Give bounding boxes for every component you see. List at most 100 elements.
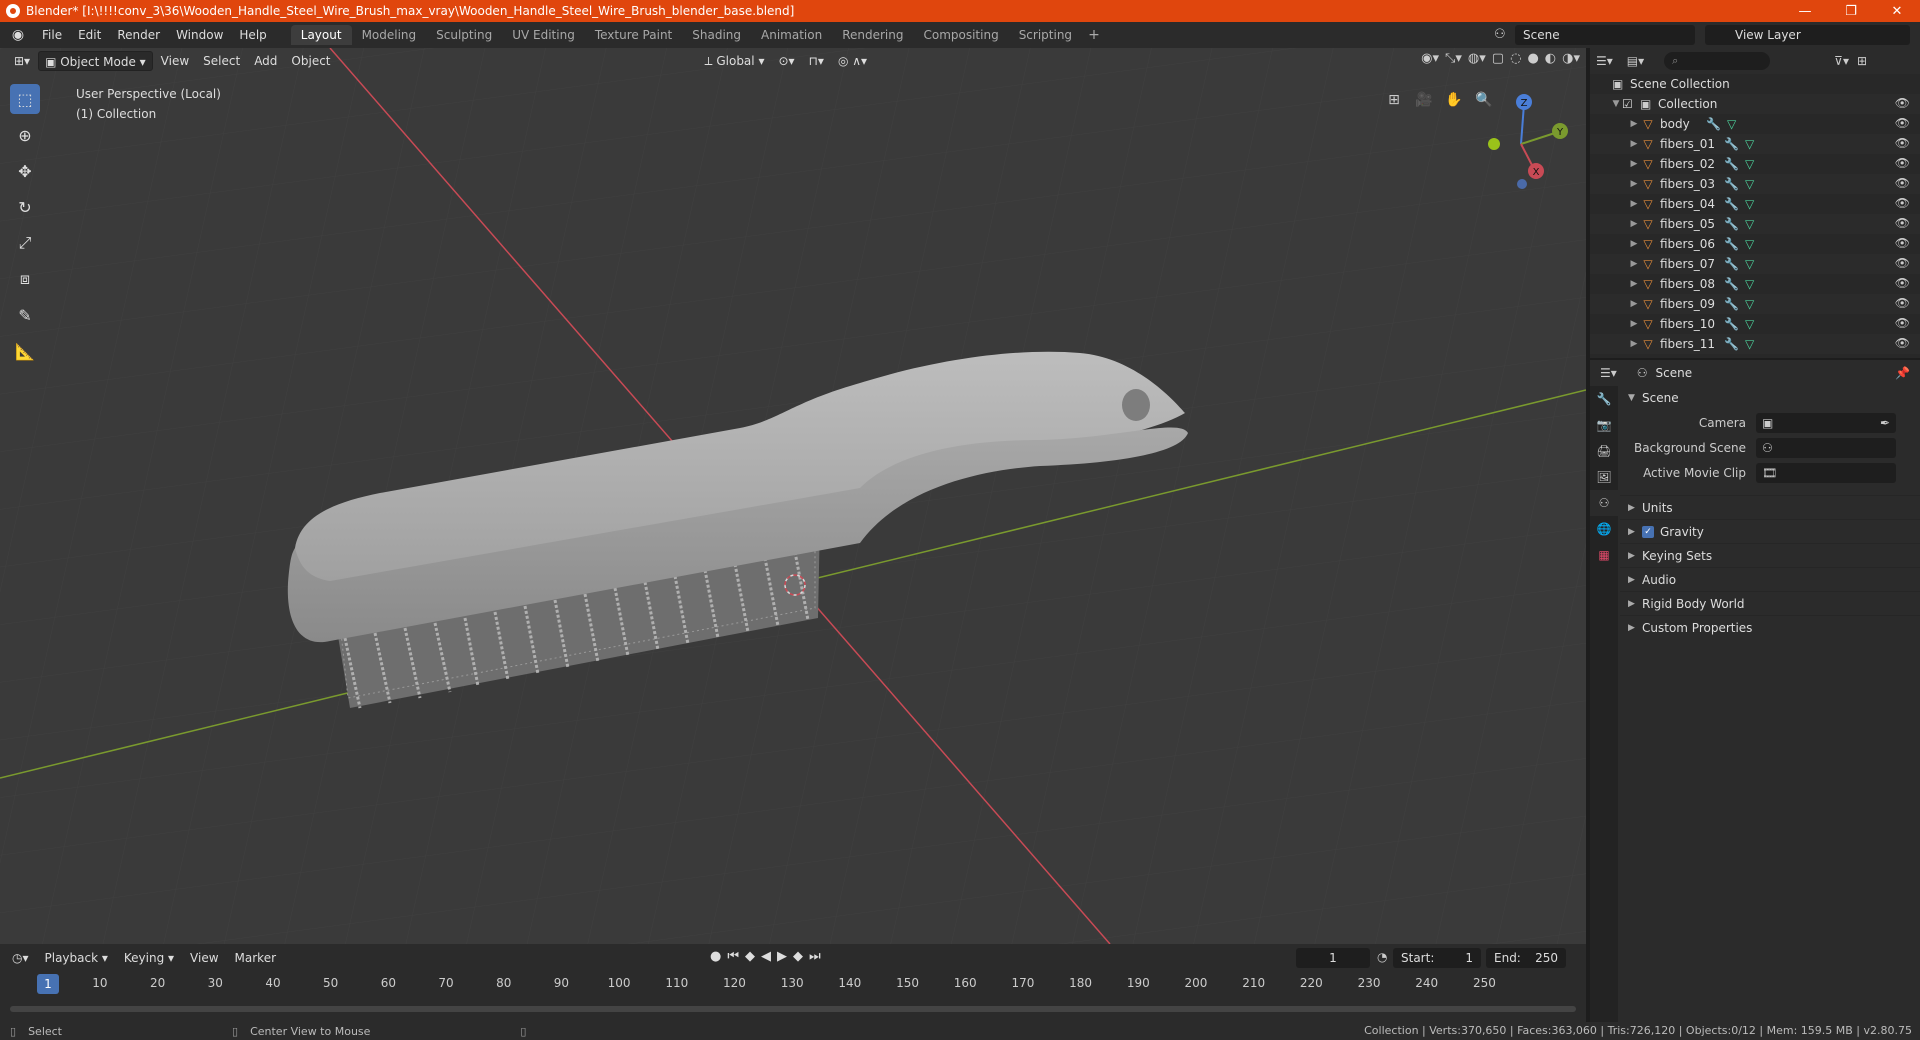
visibility-icon[interactable]: ◉▾ (1421, 51, 1439, 66)
tab-sculpting[interactable]: Sculpting (426, 25, 502, 45)
proportional-edit-icon[interactable]: ◎ ∧▾ (832, 51, 873, 71)
timeline-menu-playback[interactable]: Playback ▾ (37, 951, 116, 965)
record-icon[interactable]: ● (710, 949, 721, 964)
object-visibility-icon[interactable]: 👁 (1895, 196, 1910, 210)
transform-tool-icon[interactable]: ⧈ (10, 264, 40, 294)
keying-sets-panel-header[interactable]: ▶ Keying Sets (1620, 543, 1920, 567)
modifier-icon[interactable]: 🔧 (1724, 257, 1739, 271)
filter-icon[interactable]: ⊽▾ (1834, 54, 1849, 68)
mesh-data-icon[interactable]: ▽ (1745, 337, 1754, 351)
active-movie-clip-field[interactable]: 🎞 (1756, 462, 1896, 483)
outliner-editor-type-icon[interactable]: ☰▾ (1596, 54, 1613, 68)
view-layer-selector[interactable]: View Layer (1705, 25, 1910, 45)
outliner-object-row[interactable]: ▶ ▽ fibers_11 🔧 ▽ 👁 (1590, 334, 1920, 354)
move-tool-icon[interactable]: ✥ (10, 156, 40, 186)
tab-uv-editing[interactable]: UV Editing (502, 25, 585, 45)
collection-checkbox[interactable]: ☑ (1622, 97, 1640, 111)
maximize-button[interactable]: ❐ (1828, 0, 1874, 22)
pin-icon[interactable]: 📌 (1895, 366, 1910, 380)
jump-keyframe-back-icon[interactable]: ◆ (745, 949, 755, 964)
select-box-tool-icon[interactable]: ⬚ (10, 84, 40, 114)
expand-object-icon[interactable]: ▶ (1628, 339, 1640, 349)
expand-object-icon[interactable]: ▶ (1628, 199, 1640, 209)
timeline-menu-keying[interactable]: Keying ▾ (116, 951, 182, 965)
tab-scripting[interactable]: Scripting (1009, 25, 1082, 45)
timeline-menu-view[interactable]: View (182, 951, 226, 965)
object-visibility-icon[interactable]: 👁 (1895, 116, 1910, 130)
expand-object-icon[interactable]: ▶ (1628, 179, 1640, 189)
modifier-icon[interactable]: 🔧 (1724, 317, 1739, 331)
menu-window[interactable]: Window (168, 24, 231, 46)
object-visibility-icon[interactable]: 👁 (1895, 336, 1910, 350)
expand-object-icon[interactable]: ▶ (1628, 219, 1640, 229)
gravity-panel-header[interactable]: ▶ ✓ Gravity (1620, 519, 1920, 543)
modifier-icon[interactable]: 🔧 (1724, 177, 1739, 191)
object-visibility-icon[interactable]: 👁 (1895, 156, 1910, 170)
output-properties-tab-icon[interactable]: 🖨 (1590, 438, 1618, 464)
mesh-data-icon[interactable]: ▽ (1745, 317, 1754, 331)
jump-start-icon[interactable]: ⏮ (727, 949, 739, 964)
outliner-display-mode-icon[interactable]: ▤▾ (1627, 54, 1644, 68)
mesh-data-icon[interactable]: ▽ (1745, 137, 1754, 151)
expand-object-icon[interactable]: ▶ (1628, 239, 1640, 249)
scene-icon[interactable]: ⚇ (1494, 27, 1510, 43)
shading-wireframe-icon[interactable]: ◌ (1510, 51, 1521, 66)
viewport-menu-object[interactable]: Object (285, 51, 336, 71)
object-visibility-icon[interactable]: 👁 (1895, 256, 1910, 270)
tab-shading[interactable]: Shading (682, 25, 751, 45)
object-visibility-icon[interactable]: 👁 (1895, 276, 1910, 290)
viewport-menu-view[interactable]: View (155, 51, 195, 71)
object-visibility-icon[interactable]: 👁 (1895, 136, 1910, 150)
modifier-icon[interactable]: 🔧 (1724, 157, 1739, 171)
timeline-scrollbar[interactable] (10, 1006, 1576, 1012)
eyedropper-icon[interactable]: ✒ (1880, 413, 1890, 433)
outliner-object-row[interactable]: ▶ ▽ fibers_06 🔧 ▽ 👁 (1590, 234, 1920, 254)
object-visibility-icon[interactable]: 👁 (1895, 236, 1910, 250)
expand-collection-icon[interactable]: ▼ (1610, 99, 1622, 109)
rigid-body-world-panel-header[interactable]: ▶ Rigid Body World (1620, 591, 1920, 615)
tab-animation[interactable]: Animation (751, 25, 832, 45)
expand-object-icon[interactable]: ▶ (1628, 119, 1640, 129)
snap-icon[interactable]: ⊓▾ (803, 51, 830, 71)
tab-rendering[interactable]: Rendering (832, 25, 913, 45)
expand-object-icon[interactable]: ▶ (1628, 299, 1640, 309)
mesh-data-icon[interactable]: ▽ (1745, 257, 1754, 271)
mesh-data-icon[interactable]: ▽ (1745, 157, 1754, 171)
jump-keyframe-forward-icon[interactable]: ◆ (793, 949, 803, 964)
gizmo-toggle-icon[interactable]: ⤡▾ (1445, 51, 1462, 66)
menu-file[interactable]: File (34, 24, 70, 46)
scene-properties-tab-icon[interactable]: ⚇ (1590, 490, 1618, 516)
modifier-icon[interactable]: 🔧 (1724, 137, 1739, 151)
modifier-icon[interactable]: 🔧 (1724, 197, 1739, 211)
new-collection-icon[interactable]: ⊞ (1857, 54, 1867, 68)
object-mode-dropdown[interactable]: ▣ Object Mode ▾ (38, 51, 153, 71)
measure-tool-icon[interactable]: 📐 (10, 336, 40, 366)
stopwatch-icon[interactable]: ◔ (1377, 950, 1387, 964)
outliner-object-row[interactable]: ▶ ▽ body 🔧 ▽ 👁 (1590, 114, 1920, 134)
editor-type-icon[interactable]: ⊞▾ (8, 51, 36, 71)
start-frame-field[interactable]: Start: 1 (1393, 948, 1481, 968)
audio-panel-header[interactable]: ▶ Audio (1620, 567, 1920, 591)
modifier-icon[interactable]: 🔧 (1724, 237, 1739, 251)
modifier-icon[interactable]: 🔧 (1724, 297, 1739, 311)
mesh-data-icon[interactable]: ▽ (1745, 177, 1754, 191)
navigation-gizmo[interactable]: Z Y X (1466, 84, 1576, 194)
object-visibility-icon[interactable]: 👁 (1895, 316, 1910, 330)
annotate-tool-icon[interactable]: ✎ (10, 300, 40, 330)
mesh-data-icon[interactable]: ▽ (1745, 197, 1754, 211)
view-layer-tab-icon[interactable]: 🖼 (1590, 464, 1618, 490)
outliner-object-row[interactable]: ▶ ▽ fibers_10 🔧 ▽ 👁 (1590, 314, 1920, 334)
outliner-object-row[interactable]: ▶ ▽ fibers_04 🔧 ▽ 👁 (1590, 194, 1920, 214)
shading-solid-icon[interactable]: ● (1527, 51, 1538, 66)
current-frame-field[interactable]: 1 (1296, 948, 1370, 968)
blender-logo-icon[interactable]: ◉ (10, 27, 26, 43)
transform-orientation-dropdown[interactable]: ⟂ Global ▾ (699, 51, 771, 71)
custom-properties-panel-header[interactable]: ▶ Custom Properties (1620, 615, 1920, 639)
units-panel-header[interactable]: ▶ Units (1620, 495, 1920, 519)
tool-properties-tab-icon[interactable]: 🔧 (1590, 386, 1618, 412)
mesh-data-icon[interactable]: ▽ (1745, 277, 1754, 291)
camera-view-icon[interactable]: 🎥 (1412, 88, 1436, 112)
texture-properties-tab-icon[interactable]: ▦ (1590, 542, 1618, 568)
timeline-editor-type-icon[interactable]: ◷▾ (4, 951, 37, 965)
shading-rendered-icon[interactable]: ◑▾ (1562, 51, 1580, 66)
